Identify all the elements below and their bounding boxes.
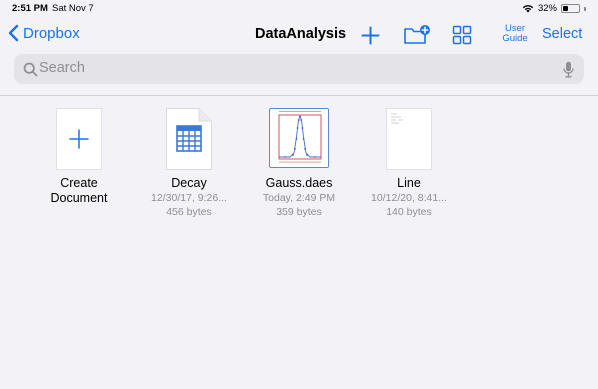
grid-view-icon[interactable] <box>452 25 472 45</box>
chart-thumbnail-icon <box>270 109 328 166</box>
back-button-label: Dropbox <box>23 24 80 42</box>
new-folder-icon[interactable] <box>403 24 431 46</box>
chart-thumbnail <box>269 108 329 168</box>
microphone-icon[interactable] <box>563 61 574 78</box>
status-time: 2:51 PM <box>12 3 48 14</box>
status-date: Sat Nov 7 <box>52 3 94 14</box>
file-item-gauss[interactable]: Gauss.daes Today, 2:49 PM 359 bytes <box>244 108 354 219</box>
file-size: 359 bytes <box>276 206 322 218</box>
status-bar: 2:51 PM Sat Nov 7 32% <box>0 0 598 18</box>
page-title: DataAnalysis <box>255 26 347 42</box>
select-button[interactable]: Select <box>542 26 582 42</box>
file-item-line[interactable]: Line 10/12/20, 8:41... 140 bytes <box>354 108 464 219</box>
chevron-left-icon <box>8 24 19 42</box>
search-input[interactable] <box>39 60 559 76</box>
file-name: Gauss.daes <box>265 176 333 190</box>
battery-level <box>563 6 568 11</box>
battery-percent: 32% <box>537 3 557 14</box>
spreadsheet-icon <box>166 108 212 170</box>
file-name: Line <box>397 176 421 190</box>
file-date: 10/12/20, 8:41... <box>371 192 447 204</box>
document-text-icon <box>391 113 403 124</box>
spreadsheet-thumbnail <box>166 108 212 170</box>
create-document-item[interactable]: Create Document <box>24 108 134 206</box>
divider <box>0 95 598 96</box>
search-bar[interactable] <box>14 54 584 84</box>
file-name: Decay <box>171 176 207 190</box>
back-button[interactable]: Dropbox <box>8 24 80 42</box>
create-document-thumbnail <box>56 108 102 170</box>
battery-icon <box>561 4 580 13</box>
battery-tip <box>584 6 586 11</box>
status-indicators: 32% <box>522 3 586 14</box>
file-size: 456 bytes <box>166 206 212 218</box>
add-icon[interactable] <box>361 26 380 45</box>
file-item-decay[interactable]: Decay 12/30/17, 9:26... 456 bytes <box>134 108 244 219</box>
file-date: Today, 2:49 PM <box>262 192 336 204</box>
document-thumbnail <box>386 108 432 170</box>
file-name: Create Document <box>50 176 108 205</box>
file-size: 140 bytes <box>386 206 432 218</box>
file-date: 12/30/17, 9:26... <box>151 192 227 204</box>
wifi-icon <box>522 5 534 13</box>
navigation-bar: Dropbox DataAnalysis User Guide Select <box>0 18 598 52</box>
plus-icon <box>69 129 89 149</box>
user-guide-button[interactable]: User Guide <box>498 24 532 44</box>
search-icon <box>23 62 38 77</box>
